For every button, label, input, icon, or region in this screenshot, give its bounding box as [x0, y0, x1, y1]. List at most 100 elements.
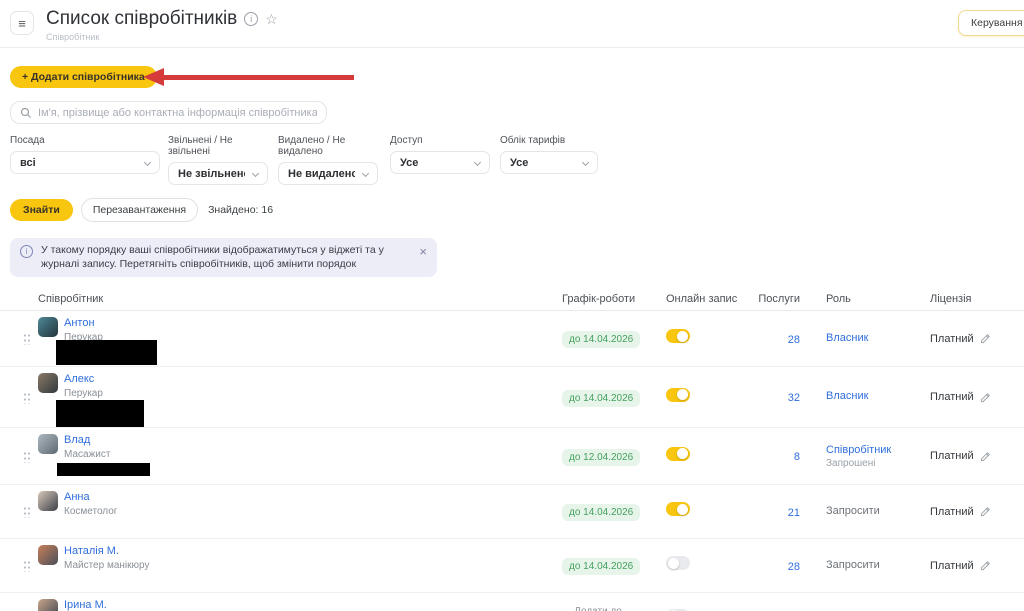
filter-dismissed-label: Звільнені / Не звільнені: [168, 135, 268, 157]
toggle-knob: [677, 331, 688, 342]
online-toggle[interactable]: [666, 388, 690, 402]
role-main[interactable]: Власник: [826, 390, 926, 402]
column-license: Ліцензія: [926, 293, 1024, 305]
pencil-icon[interactable]: [980, 451, 991, 462]
add-employee-button[interactable]: + Додати співробітника: [10, 66, 157, 88]
drag-handle[interactable]: [23, 332, 30, 345]
schedule-badge[interactable]: до 14.04.2026: [562, 504, 640, 521]
column-schedule: Графік-роботи: [548, 293, 658, 305]
avatar[interactable]: [38, 491, 58, 511]
role-main[interactable]: Запросити: [826, 505, 926, 517]
toggle-knob: [677, 389, 688, 400]
license-label: Платний: [930, 450, 974, 462]
filter-tariffs: Облік тарифів Усе: [500, 135, 598, 185]
toggle-knob: [668, 558, 679, 569]
filter-deleted-label: Видалено / Не видалено: [278, 135, 378, 157]
chevron-down-icon: [362, 170, 369, 177]
search-field[interactable]: [10, 101, 327, 124]
info-banner: i У такому порядку ваші співробітники ві…: [10, 238, 437, 277]
license-label: Платний: [930, 391, 974, 403]
pencil-icon[interactable]: [980, 506, 991, 517]
online-toggle[interactable]: [666, 556, 690, 570]
menu-button[interactable]: ≡: [10, 11, 34, 35]
manage-licenses-button[interactable]: Керування ліценз: [958, 10, 1024, 36]
page-title: Список співробітників: [46, 8, 237, 30]
employee-name-link[interactable]: Антон: [64, 317, 103, 329]
find-button[interactable]: Знайти: [10, 199, 73, 221]
filter-access-select[interactable]: Усе: [390, 151, 490, 174]
column-employee: Співробітник: [38, 293, 548, 305]
drag-handle[interactable]: [23, 450, 30, 463]
filter-position: Посада всі: [10, 135, 160, 185]
filter-tariffs-select[interactable]: Усе: [500, 151, 598, 174]
services-count-link[interactable]: 28: [788, 334, 800, 346]
top-bar: ≡ Список співробітників i ☆ Співробітник…: [0, 0, 1024, 48]
filter-position-select[interactable]: всі: [10, 151, 160, 174]
pencil-icon[interactable]: [980, 392, 991, 403]
schedule-badge[interactable]: до 12.04.2026: [562, 449, 640, 466]
pencil-icon[interactable]: [980, 333, 991, 344]
table-row: Ірина М. Майстер манікюру Додати до розк…: [0, 593, 1024, 611]
chevron-down-icon: [252, 170, 259, 177]
info-icon[interactable]: i: [244, 12, 258, 26]
star-icon[interactable]: ☆: [265, 12, 278, 26]
table-row: Наталія М. Майстер манікюру до 14.04.202…: [0, 539, 1024, 593]
search-input[interactable]: [38, 107, 317, 119]
actions-row: Знайти Перезавантаження Знайдено: 16: [10, 198, 1024, 222]
filter-access: Доступ Усе: [390, 135, 490, 185]
filter-tariffs-value: Усе: [510, 157, 528, 169]
arrow-head-icon: [143, 68, 164, 86]
banner-info-icon: i: [20, 245, 33, 258]
schedule-badge[interactable]: до 14.04.2026: [562, 558, 640, 575]
redacted-contact-info: [57, 463, 150, 476]
toolbar: + Додати співробітника: [10, 66, 1024, 88]
avatar[interactable]: [38, 599, 58, 611]
employee-name-link[interactable]: Алекс: [64, 373, 103, 385]
services-count-link[interactable]: 21: [788, 507, 800, 519]
role-main[interactable]: Співробітник: [826, 444, 926, 456]
online-toggle[interactable]: [666, 502, 690, 516]
filter-access-label: Доступ: [390, 135, 490, 146]
employee-position: Косметолог: [64, 506, 117, 517]
filter-position-label: Посада: [10, 135, 160, 146]
drag-handle[interactable]: [23, 559, 30, 572]
reload-button[interactable]: Перезавантаження: [81, 198, 198, 222]
drag-handle[interactable]: [23, 505, 30, 518]
employee-name-link[interactable]: Наталія М.: [64, 545, 149, 557]
avatar[interactable]: [38, 373, 58, 393]
role-main[interactable]: Власник: [826, 332, 926, 344]
online-toggle[interactable]: [666, 329, 690, 343]
filter-dismissed-value: Не звільнено: [178, 168, 245, 180]
role-main[interactable]: Запросити: [826, 559, 926, 571]
employee-name-link[interactable]: Влад: [64, 434, 110, 446]
role-sub: Запрошені: [826, 458, 926, 469]
employee-name-link[interactable]: Ірина М.: [64, 599, 149, 611]
filter-dismissed-select[interactable]: Не звільнено: [168, 162, 268, 185]
license-label: Платний: [930, 333, 974, 345]
avatar[interactable]: [38, 434, 58, 454]
banner-close-icon[interactable]: ×: [419, 245, 427, 271]
schedule-badge[interactable]: до 14.04.2026: [562, 331, 640, 348]
column-role: Роль: [808, 293, 926, 305]
schedule-badge[interactable]: до 14.04.2026: [562, 390, 640, 407]
annotation-arrow: [143, 68, 354, 86]
redacted-contact-info: [56, 400, 144, 427]
drag-handle[interactable]: [23, 391, 30, 404]
chevron-down-icon: [474, 159, 481, 166]
employees-table: Співробітник Графік-роботи Онлайн запис …: [0, 287, 1024, 611]
table-row: Антон Перукар до 14.04.2026 28 Власник П…: [0, 311, 1024, 367]
chevron-down-icon: [144, 159, 151, 166]
online-toggle[interactable]: [666, 447, 690, 461]
filter-position-value: всі: [20, 157, 36, 169]
filter-deleted-select[interactable]: Не видалено: [278, 162, 378, 185]
toggle-knob: [677, 504, 688, 515]
services-count-link[interactable]: 32: [788, 392, 800, 404]
employee-position: Перукар: [64, 388, 103, 399]
avatar[interactable]: [38, 545, 58, 565]
services-count-link[interactable]: 8: [794, 451, 800, 463]
pencil-icon[interactable]: [980, 560, 991, 571]
avatar[interactable]: [38, 317, 58, 337]
employee-name-link[interactable]: Анна: [64, 491, 117, 503]
add-to-schedule-link[interactable]: Додати до розкладу: [562, 605, 634, 611]
services-count-link[interactable]: 28: [788, 561, 800, 573]
